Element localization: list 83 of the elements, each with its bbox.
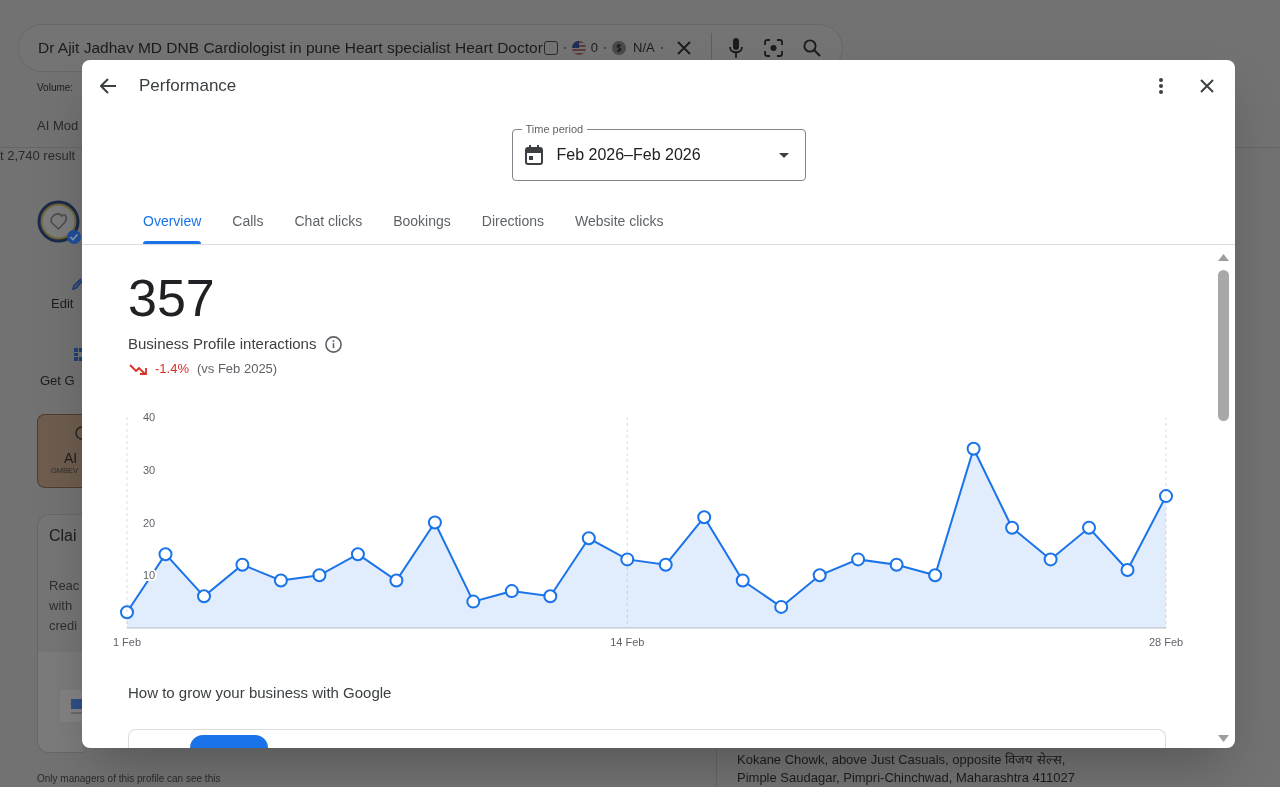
axis-label: 14 Feb (610, 636, 645, 648)
axis-label: 20 (143, 516, 156, 529)
close-icon (676, 41, 691, 55)
claim-text: credi (49, 617, 78, 635)
change-value: -1.4% (155, 360, 189, 378)
flag-icon (571, 41, 586, 55)
microphone-icon (728, 38, 743, 58)
data-point[interactable] (235, 557, 250, 572)
flag-count: 0 (590, 39, 599, 58)
scrollbar-thumb[interactable] (1217, 270, 1229, 421)
checkbox[interactable] (543, 41, 558, 55)
calendar-icon (524, 145, 543, 165)
info-icon[interactable] (325, 335, 343, 353)
field-label: Time period (521, 122, 588, 136)
pencil-icon (72, 278, 82, 290)
data-point[interactable] (774, 599, 789, 614)
tab[interactable]: Directions (481, 198, 544, 244)
data-point[interactable] (273, 573, 288, 588)
cpc-value: N/A (633, 39, 655, 58)
ring-icon (75, 426, 83, 440)
tab[interactable]: Calls (232, 198, 264, 244)
tab[interactable]: Overview (143, 198, 202, 244)
data-point[interactable] (812, 568, 827, 583)
verified-badge-icon (67, 230, 81, 244)
data-point[interactable] (928, 568, 943, 583)
tab[interactable]: Bookings (393, 198, 451, 244)
scroll-up-icon[interactable] (1217, 254, 1229, 261)
axis-label: 28 Feb (1148, 636, 1184, 648)
data-point[interactable] (158, 547, 173, 562)
scroll-down-icon[interactable] (1217, 735, 1229, 742)
interactions-total: 357 (128, 272, 215, 324)
dialog-title: Performance (139, 75, 237, 98)
tab[interactable]: Chat clicks (294, 198, 363, 244)
tab[interactable]: Website clicks (575, 198, 664, 244)
results-count: t 2,740 result (0, 148, 76, 164)
address-text: Pimple Saudagar, Pimpri-Chinchwad, Maharashtra 411027 (737, 769, 1075, 787)
data-point[interactable] (697, 510, 712, 525)
search-query: Dr Ajit Jadhav MD DNB Cardiologist in pune Heart specialist Heart Doctor (38, 38, 543, 59)
volume-label: Volume: (37, 81, 74, 95)
axis-label: 30 (143, 463, 156, 476)
data-point[interactable] (427, 515, 442, 530)
promo-title: AI (64, 450, 78, 466)
data-point[interactable] (851, 552, 866, 567)
metric-label: Business Profile interactions (128, 334, 317, 354)
data-point[interactable] (389, 573, 404, 588)
camera-icon (764, 39, 784, 57)
search-icon (802, 39, 821, 57)
dollar-icon (612, 41, 627, 55)
data-point[interactable] (1159, 489, 1173, 504)
action-link[interactable]: Get G (40, 373, 75, 389)
data-point[interactable] (889, 557, 904, 572)
data-point[interactable] (504, 584, 519, 599)
data-point[interactable] (620, 552, 635, 567)
address-text: Kokane Chowk, above Just Casuals, opposite विजय सेल्स, (737, 751, 1066, 769)
claim-text: Reac (49, 577, 80, 595)
data-point[interactable] (312, 568, 327, 583)
data-point[interactable] (658, 557, 673, 572)
data-point[interactable] (735, 573, 750, 588)
axis-label: 1 Feb (112, 636, 142, 648)
data-point[interactable] (120, 605, 134, 620)
kebab-menu-icon (1159, 78, 1163, 94)
data-point[interactable] (543, 589, 558, 604)
data-point[interactable] (966, 441, 981, 456)
claim-title: Clai (49, 526, 77, 546)
back-arrow-icon (100, 78, 116, 94)
data-point[interactable] (1043, 552, 1058, 567)
profile-logo (37, 200, 80, 243)
data-point[interactable] (197, 589, 211, 604)
dropdown-caret-icon (778, 152, 789, 158)
action-link[interactable]: Edit (51, 296, 74, 312)
claim-text: with (49, 597, 73, 615)
section-title: How to grow your business with Google (128, 683, 392, 703)
data-point[interactable] (1082, 520, 1096, 535)
managers-note: Only managers of this profile can see this (37, 773, 221, 785)
comparison-text: (vs Feb 2025) (196, 360, 278, 378)
data-point[interactable] (350, 547, 365, 562)
axis-label: 40 (143, 411, 156, 423)
image-search-button[interactable] (761, 36, 786, 60)
close-icon (1200, 79, 1214, 93)
data-point[interactable] (1005, 520, 1020, 535)
data-point[interactable] (466, 594, 481, 609)
data-point[interactable] (581, 531, 596, 546)
data-point[interactable] (1120, 563, 1135, 577)
